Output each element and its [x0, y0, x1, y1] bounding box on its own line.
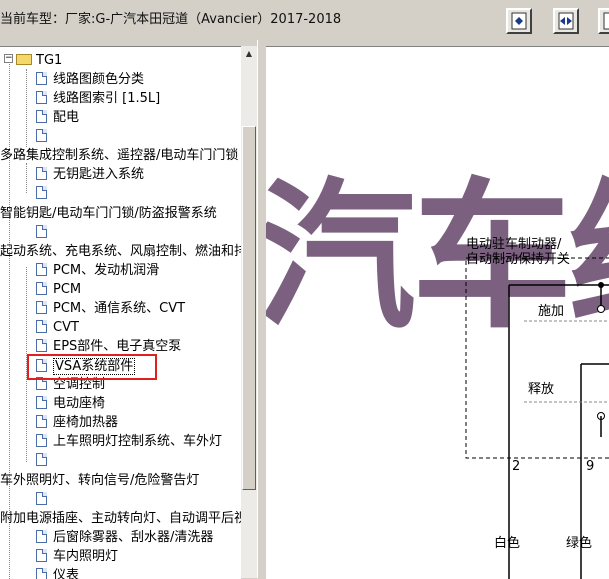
tree-section[interactable]: 起动系统、充电系统、风扇控制、燃油和排	[0, 242, 241, 261]
collapse-toggle[interactable]: −	[4, 54, 13, 63]
document-icon	[36, 167, 47, 180]
tree-scrollbar[interactable]: ▲	[241, 46, 257, 578]
document-icon	[36, 453, 47, 466]
document-icon	[36, 282, 47, 295]
apply-label: 施加	[538, 304, 565, 319]
tree-line	[26, 163, 27, 193]
document-icon	[36, 72, 47, 85]
title-bar: 当前车型：厂家:G-广汽本田冠道（Avancier）2017-2018	[0, 0, 609, 40]
tree-item[interactable]: CVT	[36, 318, 79, 337]
wiring-diagram[interactable]: 汽车维 电动驻车制动器/ 自动制动保持开关 施加 释放 2 9 白色 绿色	[266, 46, 609, 579]
pin-label-9: 9	[586, 459, 595, 474]
scroll-thumb[interactable]	[242, 126, 256, 490]
tree-line	[9, 55, 10, 579]
tree-item[interactable]	[36, 127, 53, 146]
tree-section[interactable]: 智能钥匙/电动车门门锁/防盗报警系统	[0, 204, 217, 223]
tree-item[interactable]: PCM	[36, 280, 81, 299]
document-icon	[36, 225, 47, 238]
document-icon	[36, 549, 47, 562]
fit-page-icon	[511, 12, 527, 30]
tree-section[interactable]: 多路集成控制系统、遥控器/电动车门门锁	[0, 146, 238, 165]
document-icon	[36, 301, 47, 314]
document-icon	[36, 568, 47, 579]
document-icon	[36, 492, 47, 505]
tree-item[interactable]: PCM、发动机润滑	[36, 261, 159, 280]
tree-item[interactable]: 后窗除雾器、刮水器/清洗器	[36, 528, 213, 547]
document-icon	[36, 263, 47, 276]
tree-section[interactable]: 附加电源插座、主动转向灯、自动调平后视	[0, 509, 241, 528]
tree-item[interactable]: 配电	[36, 108, 79, 127]
switch-title-line2: 自动制动保持开关	[466, 252, 571, 267]
tree-section[interactable]: 车外照明灯、转向信号/危险警告灯	[0, 471, 199, 490]
document-icon	[36, 434, 47, 447]
next-page-button[interactable]	[598, 8, 609, 34]
next-icon	[603, 12, 609, 30]
tree-item[interactable]	[36, 451, 53, 470]
document-icon	[36, 396, 47, 409]
document-icon	[36, 339, 47, 352]
tree-item[interactable]: 无钥匙进入系统	[36, 165, 144, 184]
tree-item[interactable]: 上车照明灯控制系统、车外灯	[36, 432, 222, 451]
tree-line	[26, 69, 27, 147]
tree-item[interactable]: PCM、通信系统、CVT	[36, 299, 185, 318]
tree-item[interactable]: 线路图颜色分类	[36, 70, 144, 89]
document-icon	[36, 91, 47, 104]
tree-item[interactable]: 座椅加热器	[36, 413, 118, 432]
document-icon	[36, 530, 47, 543]
vehicle-title: 当前车型：厂家:G-广汽本田冠道（Avancier）2017-2018	[0, 12, 342, 27]
document-icon	[36, 110, 47, 123]
tree-item[interactable]: 电动座椅	[36, 394, 105, 413]
tree-item[interactable]: 线路图索引 [1.5L]	[36, 89, 160, 108]
tree-item[interactable]	[36, 490, 53, 509]
document-icon	[36, 129, 47, 142]
folder-icon	[16, 54, 32, 65]
tree-item[interactable]	[36, 223, 53, 242]
scroll-up-icon[interactable]: ▲	[241, 46, 257, 62]
tree-item[interactable]	[36, 184, 53, 203]
document-icon	[36, 320, 47, 333]
wire-color-green: 绿色	[566, 536, 593, 551]
fit-page-button[interactable]	[506, 8, 532, 34]
document-icon	[36, 415, 47, 428]
tree-root[interactable]: TG1	[16, 51, 62, 70]
document-icon	[36, 186, 47, 199]
tree-item[interactable]: 车内照明灯	[36, 547, 118, 566]
model-tree[interactable]: − TG1 线路图颜色分类 线路图索引 [1.5L] 配电 多路集成控制系统、遥…	[0, 46, 241, 579]
tree-item[interactable]: 仪表	[36, 566, 79, 579]
pin-label-2: 2	[512, 459, 521, 474]
fit-width-button[interactable]	[553, 8, 579, 34]
highlight-box	[27, 354, 157, 380]
fit-width-icon	[558, 12, 574, 30]
wire-color-white: 白色	[494, 536, 521, 551]
pane-splitter[interactable]	[257, 40, 266, 578]
release-label: 释放	[528, 382, 555, 397]
